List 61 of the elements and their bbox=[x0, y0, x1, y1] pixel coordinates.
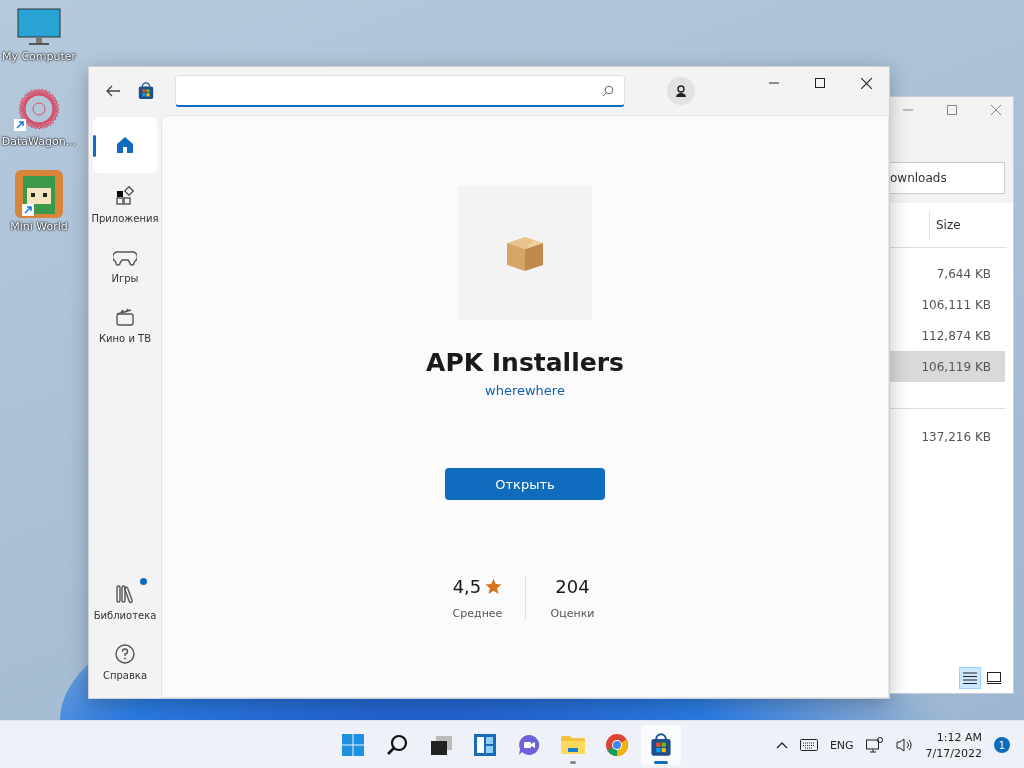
notification-dot bbox=[140, 578, 147, 585]
search-field[interactable] bbox=[175, 75, 625, 107]
running-indicator bbox=[654, 761, 668, 764]
search-icon[interactable] bbox=[602, 84, 614, 97]
star-icon bbox=[485, 578, 503, 595]
windows-logo-icon bbox=[341, 733, 365, 757]
monitor-icon bbox=[17, 8, 61, 48]
keyboard-icon[interactable] bbox=[799, 739, 818, 751]
file-size-cell[interactable]: 137,216 KB bbox=[889, 421, 1005, 452]
network-icon[interactable] bbox=[865, 737, 884, 753]
column-header[interactable]: Size bbox=[929, 210, 1007, 240]
star-pattern-icon bbox=[15, 85, 63, 133]
pane-icon bbox=[987, 672, 1001, 684]
search-icon bbox=[385, 733, 409, 757]
running-indicator bbox=[570, 761, 576, 764]
list-lines-icon bbox=[963, 672, 977, 684]
books-icon bbox=[114, 583, 136, 605]
nav-item[interactable]: Кино и ТВ bbox=[93, 297, 157, 353]
home-icon bbox=[114, 134, 136, 156]
app-title: APK Installers bbox=[426, 348, 624, 377]
details-view-button[interactable] bbox=[959, 667, 981, 689]
language-indicator[interactable]: ENG bbox=[829, 738, 854, 752]
close-icon bbox=[860, 77, 872, 89]
game-character-icon bbox=[15, 170, 63, 218]
rating-value: 4,5 bbox=[452, 576, 482, 597]
video-chat-icon bbox=[517, 733, 541, 757]
maximize-icon bbox=[815, 78, 825, 88]
browser-icon bbox=[605, 733, 629, 757]
widgets-icon bbox=[473, 733, 497, 757]
ratings-count: 204 bbox=[555, 576, 590, 597]
close-icon[interactable] bbox=[991, 105, 1001, 115]
help-icon bbox=[114, 643, 136, 665]
file-size-cell[interactable]: 7,644 KB bbox=[889, 258, 1005, 289]
nav-item[interactable]: Справка bbox=[93, 634, 157, 690]
nav-item[interactable] bbox=[93, 117, 157, 173]
ratings-count-label: Оценки bbox=[550, 607, 595, 620]
apps-icon bbox=[114, 186, 136, 208]
open-button[interactable]: Открыть bbox=[445, 468, 605, 500]
clock-date[interactable]: 7/17/2022 bbox=[925, 746, 982, 760]
chevron-up-icon[interactable] bbox=[775, 741, 788, 749]
nav-item[interactable]: Библиотека bbox=[93, 574, 157, 630]
taskbar-button[interactable] bbox=[641, 725, 681, 765]
account-icon[interactable] bbox=[667, 77, 695, 105]
nav-item[interactable]: Игры bbox=[93, 237, 157, 293]
task-view-icon bbox=[429, 733, 453, 757]
store-icon[interactable] bbox=[137, 82, 155, 100]
file-size-cell[interactable]: 106,119 KB bbox=[889, 351, 1005, 382]
folder-icon bbox=[560, 733, 586, 757]
notification-count[interactable]: 1 bbox=[994, 737, 1010, 753]
maximize-icon[interactable] bbox=[947, 105, 957, 115]
search-field[interactable]: ownloads bbox=[889, 162, 1005, 194]
store-icon[interactable] bbox=[649, 733, 673, 757]
file-size-cell[interactable]: 106,111 KB bbox=[889, 289, 1005, 320]
speaker-icon[interactable] bbox=[895, 737, 914, 753]
rating-label: Среднее bbox=[452, 607, 503, 620]
selection-indicator bbox=[93, 135, 96, 157]
file-size-cell[interactable]: 112,874 KB bbox=[889, 320, 1005, 351]
clapperboard-icon bbox=[114, 306, 136, 328]
publisher-link[interactable]: wherewhere bbox=[485, 383, 565, 398]
clock-time[interactable]: 1:12 AM bbox=[936, 730, 982, 744]
nav-item[interactable]: Приложения bbox=[93, 177, 157, 233]
